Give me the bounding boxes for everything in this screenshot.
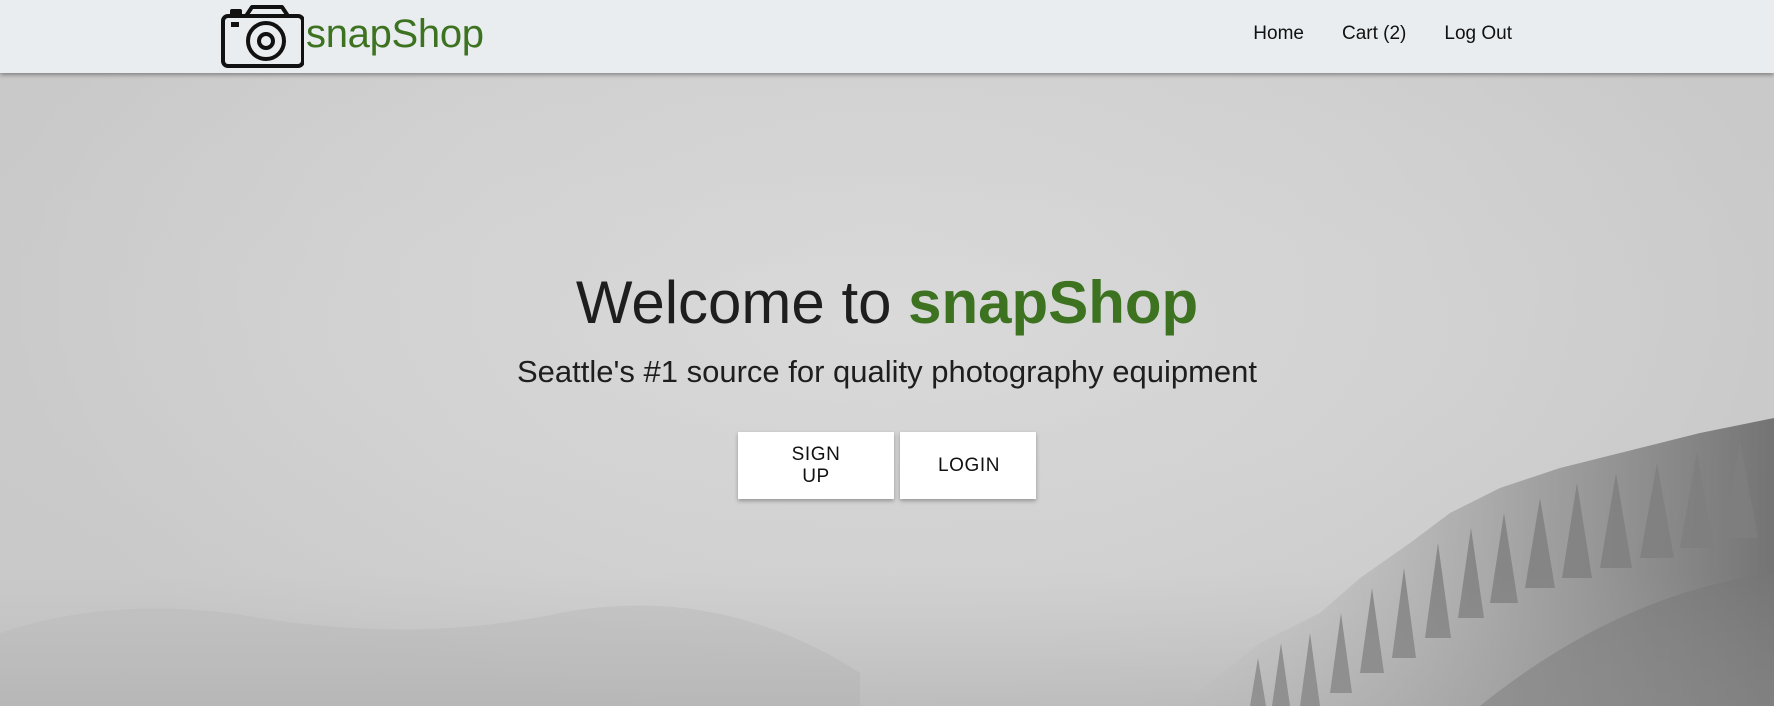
hero-content: Welcome to snapShop Seattle's #1 source … [0, 268, 1774, 499]
hero-subtitle: Seattle's #1 source for quality photogra… [516, 354, 1258, 389]
hero-title: Welcome to snapShop [0, 268, 1774, 338]
main-nav: Home Cart (2) Log Out [1215, 0, 1512, 68]
nav-link-logout[interactable]: Log Out [1444, 23, 1512, 45]
login-button[interactable]: LOGIN [900, 432, 1036, 499]
hero-title-brand: snapShop [908, 269, 1199, 336]
camera-icon [221, 5, 304, 68]
top-navbar: snapShop Home Cart (2) Log Out [0, 0, 1774, 73]
sign-up-button[interactable]: SIGN UP [738, 432, 894, 499]
brand-home-link[interactable]: snapShop [220, 5, 484, 69]
nav-link-home[interactable]: Home [1253, 23, 1304, 45]
brand-name: snapShop [306, 11, 484, 56]
hero-banner: Welcome to snapShop Seattle's #1 source … [0, 73, 1774, 706]
nav-link-cart[interactable]: Cart (2) [1342, 23, 1406, 45]
hero-button-group: SIGN UP LOGIN [0, 432, 1774, 499]
hero-title-prefix: Welcome to [575, 269, 909, 336]
